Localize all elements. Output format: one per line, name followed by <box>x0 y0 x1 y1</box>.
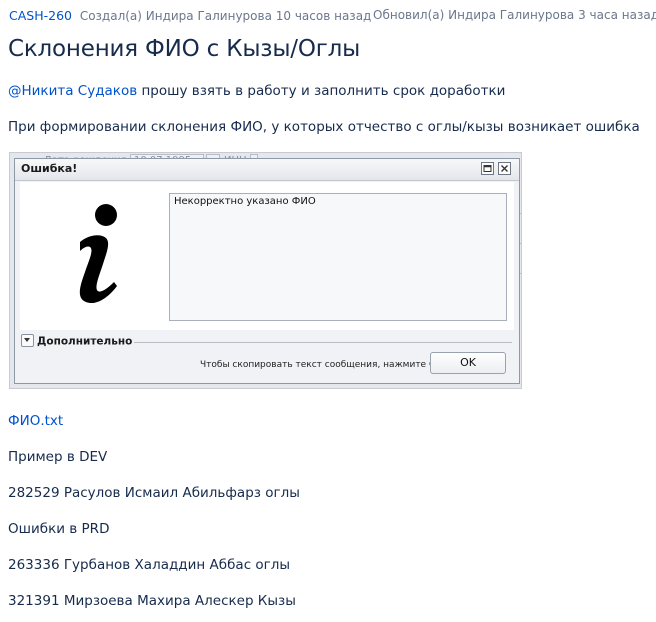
close-icon[interactable] <box>498 162 511 175</box>
mention-text: прошу взять в работу и заполнить срок до… <box>137 83 506 99</box>
mention-paragraph: @Никита Судаков прошу взять в работу и з… <box>8 83 505 99</box>
dialog-titlebar: Ошибка! <box>15 159 519 181</box>
error-screenshot[interactable]: Дата рождения 10.07.1995 ИНН Ошибка! Нек… <box>9 152 522 389</box>
maximize-glyph <box>483 165 492 172</box>
body-line: Пример в DEV <box>8 449 108 465</box>
ok-button[interactable]: OK <box>430 352 506 374</box>
chevron-down-icon[interactable] <box>21 334 34 347</box>
issue-meta: CASH-260 Создал(а) Индира Галинурова 10 … <box>9 8 656 23</box>
description-paragraph: При формировании склонения ФИО, у которы… <box>8 119 640 135</box>
dialog-body: Некорректно указано ФИО <box>20 182 514 330</box>
more-label: Дополнительно <box>37 335 133 348</box>
dialog-title: Ошибка! <box>21 162 78 175</box>
issue-title: Склонения ФИО с Кызы/Оглы <box>8 36 361 62</box>
created-info: Создал(а) Индира Галинурова 10 часов наз… <box>79 9 372 23</box>
user-mention-link[interactable]: @Никита Судаков <box>8 83 137 99</box>
body-line: Ошибки в PRD <box>8 521 110 537</box>
close-glyph <box>501 165 508 172</box>
error-message: Некорректно указано ФИО <box>169 193 507 321</box>
issue-key-link[interactable]: CASH-260 <box>9 8 72 23</box>
more-details-toggle[interactable]: Дополнительно <box>21 334 133 348</box>
error-dialog: Ошибка! Некорректно указано ФИО Дополнит… <box>14 158 520 384</box>
divider <box>134 342 512 343</box>
info-icon <box>79 204 117 304</box>
attachment-link[interactable]: ФИО.txt <box>8 413 63 429</box>
maximize-icon[interactable] <box>481 162 494 175</box>
copy-hint: Чтобы скопировать текст сообщения, нажми… <box>200 360 459 370</box>
body-line: 282529 Расулов Исмаил Абильфарз оглы <box>8 485 300 501</box>
body-line: 263336 Гурбанов Халаддин Аббас оглы <box>8 557 291 573</box>
updated-info: Обновил(а) Индира Галинурова 3 часа наза… <box>373 8 656 22</box>
body-line: 321391 Мирзоева Махира Алескер Кызы <box>8 593 296 609</box>
